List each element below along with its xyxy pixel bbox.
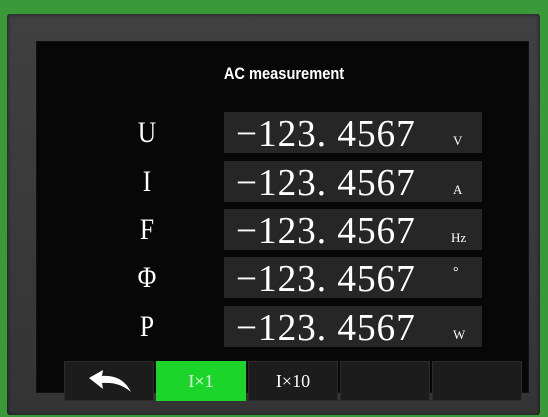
reading-value: −123. 4567	[236, 113, 416, 155]
back-button[interactable]	[64, 361, 154, 401]
reading-row-phase: Φ −123. 4567 °	[37, 257, 528, 300]
reading-symbol: U	[137, 116, 157, 149]
reading-unit: A	[453, 182, 463, 197]
reading-value-box: −123. 4567 Hz	[224, 209, 482, 252]
range-x1-button[interactable]: I×1	[156, 361, 246, 401]
reading-unit: °	[453, 265, 459, 280]
reading-row-frequency: F −123. 4567 Hz	[37, 209, 528, 252]
softkey-bar: I×1 I×10	[64, 361, 522, 401]
reading-value: −123. 4567	[236, 307, 416, 349]
reading-row-current: I −123. 4567 A	[37, 161, 528, 204]
reading-unit: Hz	[451, 230, 467, 245]
softkey-5-button[interactable]	[432, 361, 522, 401]
reading-value-box: −123. 4567 W	[224, 306, 482, 349]
softkey-4-button[interactable]	[340, 361, 430, 401]
reading-row-power: P −123. 4567 W	[37, 306, 528, 349]
reading-symbol: I	[142, 165, 152, 198]
reading-symbol: Φ	[137, 261, 157, 294]
reading-value: −123. 4567	[236, 210, 416, 252]
back-arrow-icon	[83, 368, 135, 394]
reading-unit: V	[453, 133, 463, 148]
range-x10-button[interactable]: I×10	[248, 361, 338, 401]
reading-value-box: −123. 4567 A	[224, 161, 482, 204]
reading-value: −123. 4567	[236, 258, 416, 300]
device-bezel: AC measurement U −123. 4567 V I −123. 45…	[7, 14, 540, 415]
reading-row-voltage: U −123. 4567 V	[37, 112, 528, 155]
display-screen: AC measurement U −123. 4567 V I −123. 45…	[36, 41, 529, 401]
reading-unit: W	[453, 327, 466, 342]
page-title: AC measurement	[223, 64, 345, 83]
reading-value-box: −123. 4567 V	[224, 112, 482, 155]
reading-symbol: P	[139, 310, 155, 343]
reading-value-box: −123. 4567 °	[224, 257, 482, 300]
reading-symbol: F	[139, 213, 155, 246]
reading-value: −123. 4567	[236, 162, 416, 204]
